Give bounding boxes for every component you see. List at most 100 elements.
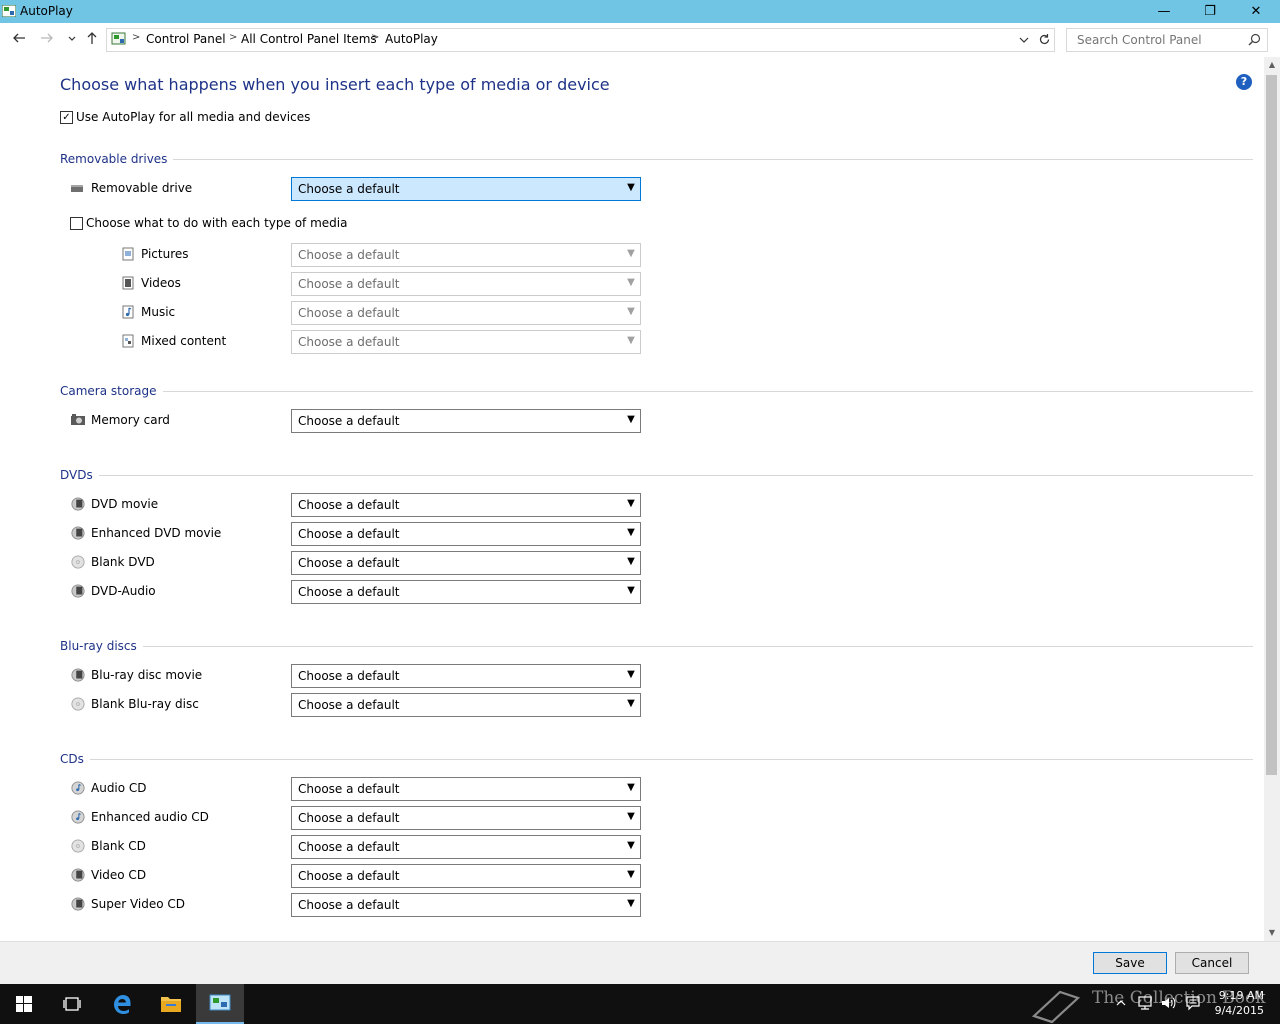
title-bar[interactable]: AutoPlay — ❐ ✕: [0, 0, 1280, 23]
autoplay-app-icon: [2, 5, 16, 17]
section-camera-storage: Camera storage: [60, 384, 163, 398]
section-cds: CDs: [60, 752, 90, 766]
scrollbar-thumb[interactable]: [1266, 75, 1277, 775]
removable-drive-select[interactable]: Choose a default ▼: [291, 177, 641, 201]
help-icon[interactable]: ?: [1236, 74, 1252, 90]
memory-card-select[interactable]: Choose a default ▼: [291, 409, 641, 433]
breadcrumb-all-items[interactable]: All Control Panel Items: [241, 32, 377, 46]
task-view-button[interactable]: [48, 984, 96, 1024]
blank-cd-select[interactable]: Choose a default ▼: [291, 835, 641, 859]
section-divider: [60, 475, 1253, 476]
music-icon: [122, 305, 134, 319]
chevron-down-icon: ▼: [627, 898, 635, 909]
address-bar[interactable]: > Control Panel > All Control Panel Item…: [106, 28, 1055, 52]
blank-bluray-select[interactable]: Choose a default ▼: [291, 693, 641, 717]
edge-browser-button[interactable]: [98, 984, 146, 1024]
breadcrumb-separator-icon: >: [229, 32, 238, 43]
use-autoplay-checkbox[interactable]: ✓: [60, 111, 73, 124]
bluray-movie-select[interactable]: Choose a default ▼: [291, 664, 641, 688]
arrow-right-icon[interactable]: [38, 31, 56, 49]
section-divider: [60, 391, 1253, 392]
chevron-down-icon: ▼: [627, 782, 635, 793]
super-video-cd-icon: [71, 897, 85, 911]
action-center-icon[interactable]: [1185, 995, 1201, 1011]
section-divider: [60, 759, 1253, 760]
blank-dvd-select[interactable]: Choose a default ▼: [291, 551, 641, 575]
autoplay-taskbar-button[interactable]: [196, 984, 244, 1024]
use-autoplay-label[interactable]: Use AutoPlay for all media and devices: [76, 110, 310, 124]
device-label-video-cd: Video CD: [91, 868, 147, 882]
music-select[interactable]: Choose a default ▼: [291, 301, 641, 325]
dvd-movie-select[interactable]: Choose a default ▼: [291, 493, 641, 517]
enhanced-audio-cd-select[interactable]: Choose a default ▼: [291, 806, 641, 830]
search-box[interactable]: [1066, 28, 1268, 52]
folder-icon: [161, 997, 181, 1012]
show-hidden-icons-chevron-icon[interactable]: [1115, 997, 1127, 1009]
edge-browser-icon: [114, 995, 131, 1014]
system-clock[interactable]: 9:19 AM 9/4/2015: [1215, 988, 1264, 1018]
chevron-down-icon: ▼: [627, 840, 635, 851]
search-icon[interactable]: [1248, 33, 1261, 46]
recent-locations-chevron-icon[interactable]: [63, 31, 81, 49]
network-icon[interactable]: [1137, 995, 1153, 1011]
enhanced-dvd-movie-select[interactable]: Choose a default ▼: [291, 522, 641, 546]
breadcrumb-separator-icon: >: [132, 32, 141, 43]
pictures-select[interactable]: Choose a default ▼: [291, 243, 641, 267]
device-label-audio-cd: Audio CD: [91, 781, 147, 795]
removable-drive-label: Removable drive: [91, 181, 193, 195]
audio-cd-icon: [71, 781, 85, 795]
vertical-scrollbar[interactable]: ▲ ▼: [1264, 57, 1280, 941]
breadcrumb-separator-icon: >: [371, 32, 380, 43]
audio-cd-select[interactable]: Choose a default ▼: [291, 777, 641, 801]
close-button[interactable]: ✕: [1233, 0, 1279, 23]
refresh-icon[interactable]: [1038, 33, 1051, 46]
dvd-audio-select[interactable]: Choose a default ▼: [291, 580, 641, 604]
video-cd-select[interactable]: Choose a default ▼: [291, 864, 641, 888]
media-label-pictures: Pictures: [141, 247, 189, 261]
device-label-memory-card: Memory card: [91, 413, 170, 427]
chevron-down-icon: ▼: [627, 414, 635, 425]
chevron-down-icon: ▼: [627, 556, 635, 567]
taskbar: The Collection Book 9:19 AM 9/4/2015: [0, 984, 1280, 1024]
device-label-dvd-audio: DVD-Audio: [91, 584, 156, 598]
clock-time: 9:19 AM: [1218, 989, 1264, 1002]
book-watermark-icon: [1031, 990, 1081, 1024]
enhanced-dvd-movie-icon: [71, 526, 85, 540]
task-view-icon: [63, 997, 81, 1011]
breadcrumb-control-panel[interactable]: Control Panel: [146, 32, 226, 46]
memory-card-icon: [71, 414, 85, 425]
arrow-left-icon[interactable]: [10, 31, 28, 49]
save-button[interactable]: Save: [1093, 952, 1167, 974]
dvd-audio-icon: [71, 584, 85, 598]
each-media-label[interactable]: Choose what to do with each type of medi…: [86, 216, 347, 230]
chevron-down-icon: ▼: [627, 669, 635, 680]
super-video-cd-select[interactable]: Choose a default ▼: [291, 893, 641, 917]
chevron-down-icon: ▼: [627, 335, 635, 346]
dialog-footer: Save Cancel: [0, 941, 1280, 985]
scroll-down-icon[interactable]: ▼: [1264, 925, 1280, 941]
start-button[interactable]: [0, 984, 48, 1024]
each-media-checkbox[interactable]: [70, 217, 83, 230]
volume-icon[interactable]: [1160, 995, 1178, 1011]
chevron-down-icon: ▼: [627, 306, 635, 317]
minimize-button[interactable]: —: [1141, 0, 1187, 23]
blank-dvd-icon: [71, 555, 85, 569]
device-label-enhanced-dvd-movie: Enhanced DVD movie: [91, 526, 222, 540]
arrow-up-icon[interactable]: [83, 31, 101, 49]
search-input[interactable]: [1075, 32, 1244, 48]
chevron-down-icon: ▼: [627, 698, 635, 709]
mixed-content-select[interactable]: Choose a default ▼: [291, 330, 641, 354]
navigation-bar: > Control Panel > All Control Panel Item…: [0, 23, 1280, 57]
videos-select[interactable]: Choose a default ▼: [291, 272, 641, 296]
window-title: AutoPlay: [20, 4, 73, 18]
chevron-down-icon: ▼: [627, 248, 635, 259]
file-explorer-button[interactable]: [147, 984, 195, 1024]
scroll-up-icon[interactable]: ▲: [1264, 57, 1280, 73]
breadcrumb-autoplay[interactable]: AutoPlay: [385, 32, 438, 46]
device-label-dvd-movie: DVD movie: [91, 497, 159, 511]
media-label-music: Music: [141, 305, 176, 319]
cancel-button[interactable]: Cancel: [1175, 952, 1249, 974]
address-dropdown-chevron-icon[interactable]: [1019, 35, 1029, 45]
restore-button[interactable]: ❐: [1187, 0, 1233, 23]
pictures-icon: [122, 247, 134, 261]
